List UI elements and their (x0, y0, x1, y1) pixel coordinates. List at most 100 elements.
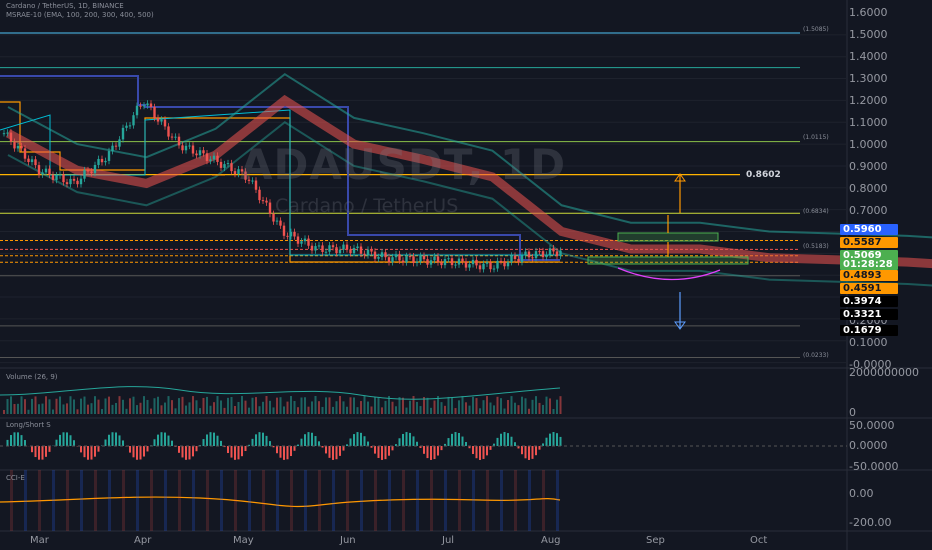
volume-bar (507, 400, 509, 414)
volume-bar (503, 408, 506, 414)
candle-body (440, 262, 443, 266)
oscillator-bar (503, 432, 506, 446)
candle-body (37, 165, 41, 175)
oscillator-bar (297, 444, 299, 446)
oscillator-bar (213, 432, 215, 446)
oscillator-bar (255, 434, 257, 446)
candle-body (27, 158, 30, 163)
oscillator-bar (451, 433, 453, 446)
oscillator-bar (311, 432, 313, 446)
price-tick: 1.3000 (849, 72, 888, 85)
candle-body (359, 246, 363, 254)
cci-zone (514, 470, 517, 531)
candle-body (485, 262, 489, 264)
price-tick: 0.9000 (849, 160, 888, 173)
longshort-pane-title[interactable]: Long/Short S (6, 421, 51, 429)
cci-zone (38, 470, 41, 531)
support-box (587, 256, 749, 265)
cci-zone (52, 470, 55, 531)
oscillator-bar (426, 446, 429, 459)
longshort-tick: -50.0000 (849, 460, 899, 473)
chart-header-symbol[interactable]: Cardano / TetherUS, 1D, BINANCE (6, 2, 124, 10)
volume-bar (265, 396, 268, 414)
oscillator-bar (521, 446, 523, 455)
volume-bar (339, 396, 341, 414)
candle-body (125, 125, 128, 128)
price-chart[interactable] (0, 0, 932, 550)
oscillator-bar (349, 438, 352, 446)
oscillator-bar (181, 446, 184, 458)
candle-body (422, 255, 426, 260)
volume-bar (27, 409, 30, 414)
volume-bar (325, 397, 327, 414)
fib-label: (0.6834) (803, 208, 829, 215)
cci-zone (234, 470, 237, 531)
volume-bar (220, 400, 222, 414)
candle-body (212, 155, 216, 160)
candle-body (142, 105, 146, 107)
volume-bar (66, 403, 68, 414)
volume-bar (465, 402, 467, 414)
oscillator-bar (90, 446, 93, 460)
oscillator-bar (496, 437, 499, 446)
cci-pane-title[interactable]: CCI-E (6, 474, 25, 482)
cci-zone (430, 470, 433, 531)
time-tick: Jun (340, 535, 356, 546)
oscillator-bar (398, 438, 401, 446)
volume-bar (363, 396, 366, 414)
volume-bar (223, 407, 226, 414)
chart-header-indicator[interactable]: MSRAE-10 (EMA, 100, 200, 300, 400, 500) (6, 11, 154, 19)
price-label-black: 0.3321 (840, 309, 898, 320)
volume-bar (206, 396, 208, 414)
candle-body (93, 164, 97, 174)
cci-zone (248, 470, 251, 531)
candle-body (370, 249, 373, 252)
candle-body (482, 263, 485, 270)
candle-body (219, 161, 223, 168)
volume-bar (251, 397, 254, 414)
oscillator-bar (227, 446, 229, 454)
volume-bar (122, 399, 124, 414)
candle-body (527, 251, 531, 258)
volume-bar (272, 407, 275, 414)
oscillator-bar (136, 446, 138, 460)
oscillator-bar (10, 435, 12, 446)
volume-bar (321, 406, 324, 414)
volume-bar (391, 401, 394, 414)
candle-body (384, 252, 387, 258)
oscillator-bar (188, 446, 191, 460)
candle-body (153, 106, 156, 118)
volume-bar (188, 402, 191, 414)
cci-zone (458, 470, 461, 531)
volume-pane-title[interactable]: Volume (26, 9) (6, 373, 58, 381)
oscillator-bar (514, 442, 516, 446)
oscillator-bar (129, 446, 131, 453)
volume-bar (475, 398, 478, 414)
oscillator-bar (409, 432, 411, 446)
price-tick: 0.1000 (849, 336, 888, 349)
candle-body (111, 145, 114, 152)
candle-body (387, 257, 391, 263)
oscillator-bar (293, 446, 296, 451)
time-tick: May (233, 535, 254, 546)
volume-bar (164, 402, 166, 414)
fib-label: (1.0115) (803, 134, 829, 141)
candle-body (398, 254, 401, 261)
oscillator-bar (458, 433, 460, 446)
volume-bar (234, 405, 236, 414)
oscillator-bar (391, 446, 394, 451)
volume-bar (83, 396, 86, 414)
volume-bar (332, 406, 334, 414)
candle-body (454, 264, 457, 266)
fib-label: (1.5085) (803, 26, 829, 33)
oscillator-bar (339, 446, 341, 456)
candle-body (461, 258, 464, 262)
volume-bar (97, 399, 100, 414)
volume-bar (370, 406, 373, 414)
oscillator-bar (489, 446, 492, 450)
volume-bar (405, 407, 408, 414)
candle-body (541, 251, 545, 258)
oscillator-bar (24, 440, 26, 446)
candle-body (552, 248, 555, 252)
oscillator-bar (192, 446, 194, 457)
